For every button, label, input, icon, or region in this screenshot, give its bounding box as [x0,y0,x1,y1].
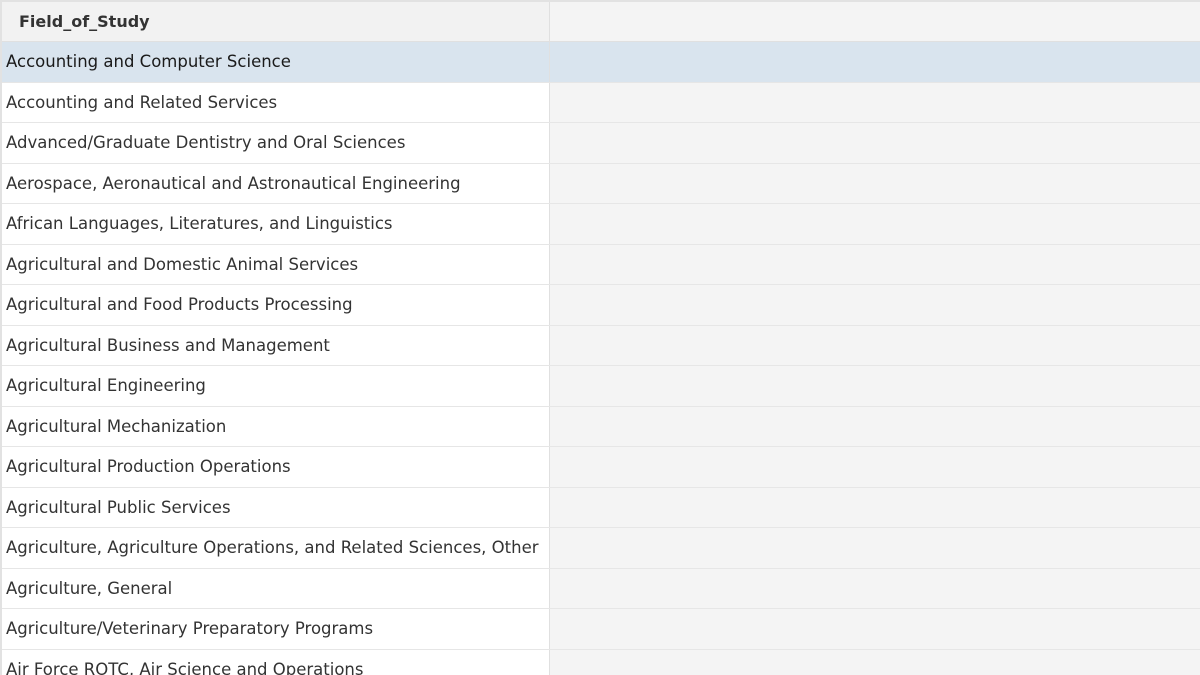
table-row[interactable]: Agricultural Mechanization [2,406,1200,447]
table-row[interactable]: African Languages, Literatures, and Ling… [2,204,1200,245]
row-empty-area [550,406,1200,446]
row-empty-area [550,123,1200,163]
table-row[interactable]: Aerospace, Aeronautical and Astronautica… [2,163,1200,204]
table-cell[interactable]: Agricultural Production Operations [2,447,550,487]
table-cell[interactable]: Air Force ROTC, Air Science and Operatio… [2,649,550,675]
table-row[interactable]: Air Force ROTC, Air Science and Operatio… [2,649,1200,675]
table-row[interactable]: Agriculture/Veterinary Preparatory Progr… [2,609,1200,650]
row-empty-area [550,649,1200,675]
column-header-field-of-study[interactable]: Field_of_Study [2,2,550,41]
table-cell[interactable]: Agricultural Public Services [2,487,550,527]
row-empty-area [550,568,1200,608]
row-empty-area [550,366,1200,406]
row-empty-area [550,487,1200,527]
table-cell[interactable]: Agricultural and Domestic Animal Service… [2,244,550,284]
table-row[interactable]: Advanced/Graduate Dentistry and Oral Sci… [2,123,1200,164]
table-cell[interactable]: Agriculture, General [2,568,550,608]
table-row[interactable]: Agricultural Business and Management [2,325,1200,366]
table-body: Accounting and Computer Science Accounti… [2,42,1200,675]
row-empty-area [550,609,1200,649]
table-row[interactable]: Agriculture, Agriculture Operations, and… [2,528,1200,569]
header-empty-area [550,2,1200,41]
table-row[interactable]: Agriculture, General [2,568,1200,609]
table-cell[interactable]: Aerospace, Aeronautical and Astronautica… [2,163,550,203]
row-empty-area [550,244,1200,284]
data-grid: Field_of_Study Accounting and Computer S… [0,0,1200,675]
row-empty-area [550,82,1200,122]
table-cell[interactable]: Agriculture/Veterinary Preparatory Progr… [2,609,550,649]
row-empty-area [550,42,1200,82]
row-empty-area [550,204,1200,244]
table-cell[interactable]: Agricultural and Food Products Processin… [2,285,550,325]
table-row[interactable]: Accounting and Related Services [2,82,1200,123]
table-cell[interactable]: Agricultural Business and Management [2,325,550,365]
table-cell[interactable]: Accounting and Computer Science [2,42,550,82]
table-cell[interactable]: African Languages, Literatures, and Ling… [2,204,550,244]
row-empty-area [550,325,1200,365]
row-empty-area [550,285,1200,325]
table-row[interactable]: Agricultural Engineering [2,366,1200,407]
table-row[interactable]: Agricultural and Domestic Animal Service… [2,244,1200,285]
table-cell[interactable]: Agricultural Engineering [2,366,550,406]
table-cell[interactable]: Accounting and Related Services [2,82,550,122]
row-empty-area [550,163,1200,203]
row-empty-area [550,447,1200,487]
table-row[interactable]: Agricultural Public Services [2,487,1200,528]
header-row: Field_of_Study [2,0,1200,42]
row-empty-area [550,528,1200,568]
table-row[interactable]: Agricultural and Food Products Processin… [2,285,1200,326]
table-cell[interactable]: Agricultural Mechanization [2,406,550,446]
table-cell[interactable]: Agriculture, Agriculture Operations, and… [2,528,550,568]
table-cell[interactable]: Advanced/Graduate Dentistry and Oral Sci… [2,123,550,163]
table-row[interactable]: Accounting and Computer Science [2,42,1200,83]
table-row[interactable]: Agricultural Production Operations [2,447,1200,488]
